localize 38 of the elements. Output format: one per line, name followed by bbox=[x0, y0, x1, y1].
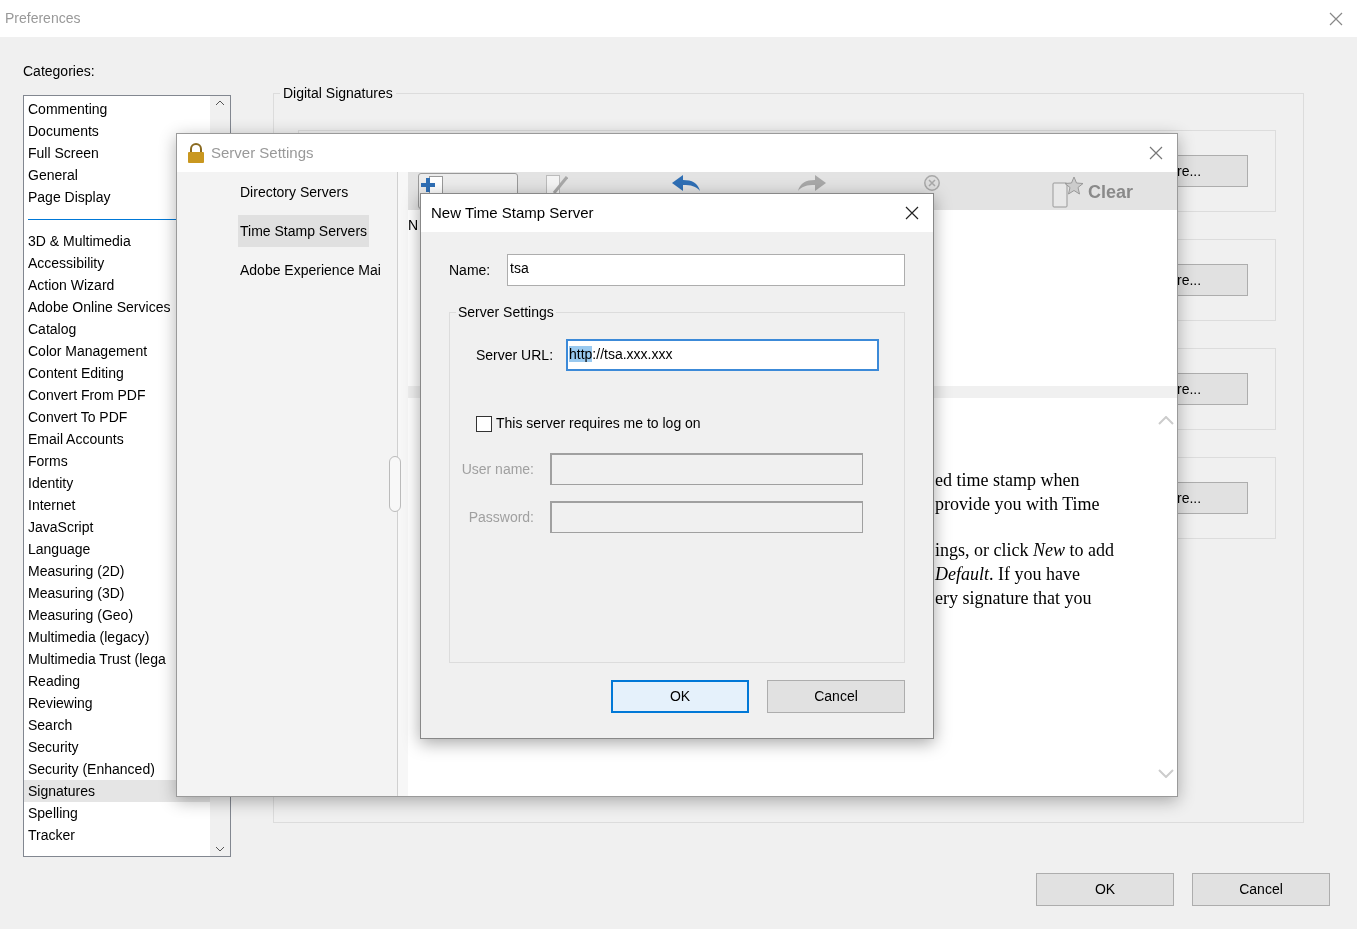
description-text: Default. If you have bbox=[935, 563, 1081, 586]
group-title: Server Settings bbox=[456, 303, 556, 321]
category-item[interactable]: Documents bbox=[24, 120, 210, 142]
category-item[interactable]: Commenting bbox=[24, 98, 210, 120]
group-title: Digital Signatures bbox=[280, 84, 396, 102]
nav-item[interactable]: Adobe Experience Mai bbox=[238, 254, 383, 286]
description-text: ery signature that you bbox=[935, 587, 1093, 610]
server-url-label: Server URL: bbox=[476, 345, 555, 365]
description-text: provide you with Time bbox=[935, 493, 1101, 516]
name-label: Name: bbox=[449, 260, 492, 280]
chevron-down-icon[interactable] bbox=[215, 846, 225, 852]
category-item[interactable]: Spelling bbox=[24, 802, 210, 824]
checkbox-label: This server requires me to log on bbox=[496, 414, 701, 433]
column-header: N bbox=[408, 217, 419, 233]
categories-label: Categories: bbox=[23, 62, 96, 81]
dialog-button[interactable]: Cancel bbox=[1192, 873, 1330, 906]
name-field[interactable]: tsa bbox=[507, 254, 905, 286]
close-icon[interactable] bbox=[905, 206, 919, 220]
checkbox[interactable] bbox=[476, 415, 492, 432]
dialog-button[interactable]: Cancel bbox=[767, 680, 905, 713]
input-field[interactable] bbox=[550, 501, 863, 533]
nav-item[interactable]: Directory Servers bbox=[238, 176, 351, 208]
window-title: Preferences bbox=[5, 9, 81, 28]
lock-icon bbox=[187, 143, 205, 163]
description-text: ings, or click New to add bbox=[935, 539, 1114, 562]
dialog-button[interactable]: OK bbox=[611, 680, 749, 713]
category-item[interactable]: Tracker bbox=[24, 824, 210, 846]
dialog-button[interactable]: OK bbox=[1036, 873, 1174, 906]
dialog-title: New Time Stamp Server bbox=[431, 202, 594, 223]
nav-item[interactable]: Time Stamp Servers bbox=[238, 215, 370, 247]
field-label: Password: bbox=[467, 507, 535, 527]
field-label: User name: bbox=[460, 459, 535, 479]
splitter-handle[interactable] bbox=[389, 456, 401, 512]
chevron-up-icon[interactable] bbox=[215, 100, 225, 106]
dialog-title: Server Settings bbox=[211, 142, 314, 163]
input-field[interactable] bbox=[550, 453, 863, 485]
server-url-field[interactable]: http://tsa.xxx.xxx bbox=[566, 339, 879, 371]
description-text: ed time stamp when bbox=[935, 469, 1081, 492]
